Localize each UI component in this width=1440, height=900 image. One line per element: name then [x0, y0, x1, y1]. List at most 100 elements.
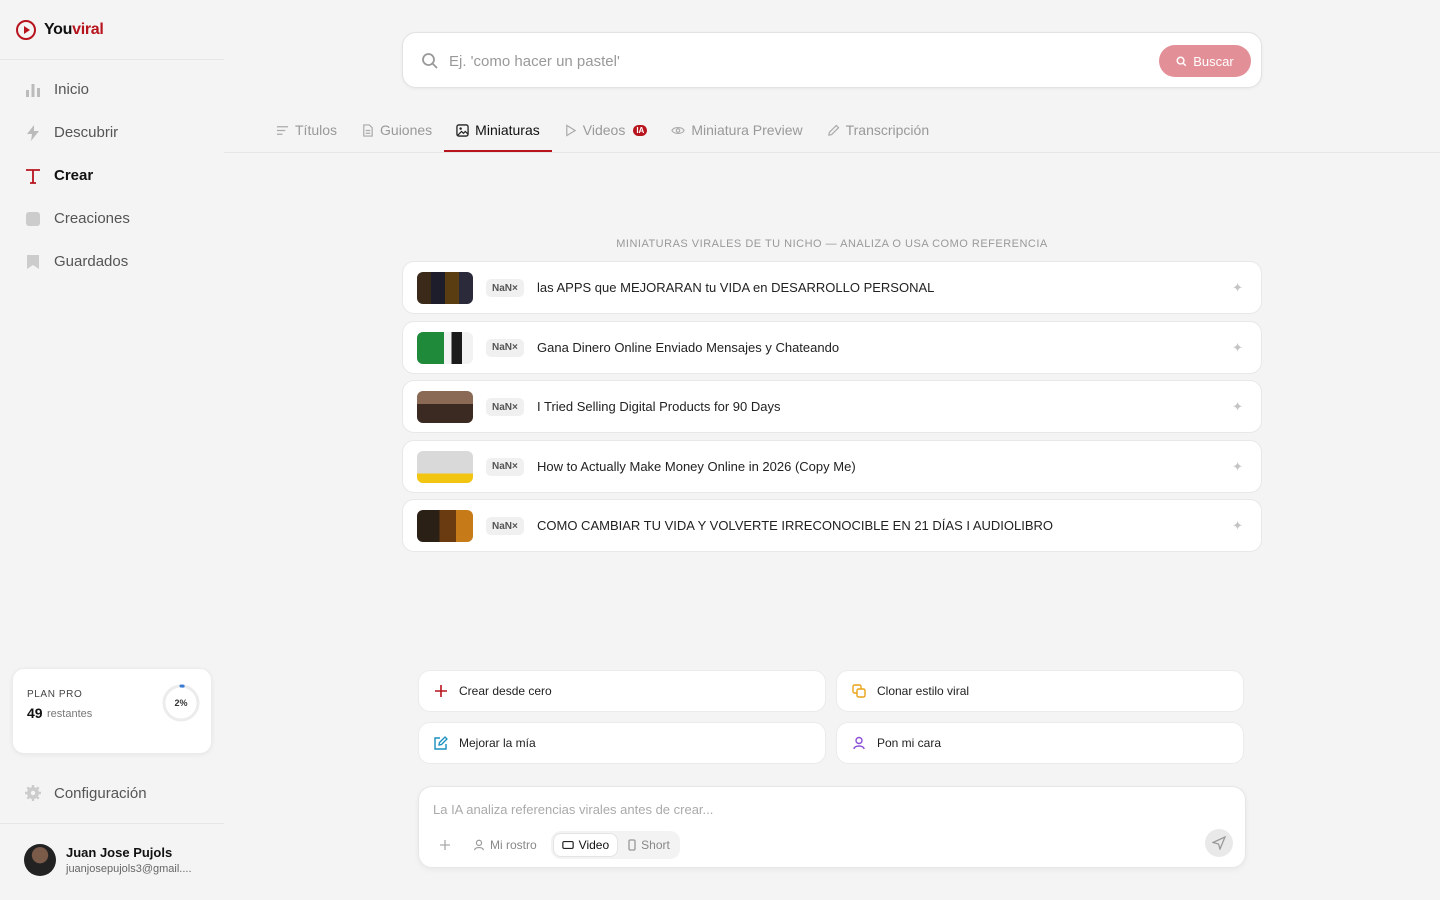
tab-label: Videos [582, 122, 626, 138]
config-button[interactable]: Configuración [24, 784, 147, 802]
play-icon [565, 123, 577, 137]
logo[interactable]: Youviral [16, 20, 104, 40]
search-bar: Buscar [402, 32, 1262, 88]
tab-label: Miniatura Preview [691, 122, 803, 138]
thumbnail-image [417, 391, 473, 423]
plus-icon [440, 840, 450, 850]
video-title: How to Actually Make Money Online in 202… [537, 458, 856, 474]
list-item[interactable]: NaN× COMO CAMBIAR TU VIDA Y VOLVERTE IRR… [402, 499, 1262, 552]
send-icon [1212, 836, 1226, 850]
landscape-icon [561, 840, 574, 850]
my-face-toggle[interactable]: Mi rostro [465, 833, 545, 857]
video-title: las APPS que MEJORARAN tu VIDA en DESARR… [537, 280, 935, 295]
video-title: COMO CAMBIAR TU VIDA Y VOLVERTE IRRECONO… [537, 518, 1054, 533]
sidebar-item-label: Descubrir [54, 124, 119, 141]
search-icon [421, 52, 439, 75]
sparkle-icon[interactable]: ✦ [1232, 280, 1243, 296]
sidebar-item-descubrir[interactable]: Descubrir [12, 111, 212, 154]
my-face-label: Mi rostro [490, 838, 537, 852]
avatar [24, 844, 56, 876]
plan-label: PLAN PRO [27, 689, 83, 700]
config-label: Configuración [54, 784, 147, 802]
text-cursor-icon [24, 167, 42, 185]
play-circle-icon [16, 20, 36, 40]
format-short-label: Short [641, 838, 670, 852]
send-button[interactable] [1205, 829, 1233, 857]
create-from-scratch-button[interactable]: Crear desde cero [418, 670, 826, 712]
lines-icon [276, 125, 289, 135]
tabs: Títulos Guiones Miniaturas Videos IA Min… [264, 110, 941, 152]
plan-remaining-label: restantes [47, 708, 93, 720]
tab-label: Transcripción [845, 122, 930, 138]
sidebar-divider [0, 823, 224, 824]
sparkle-icon[interactable]: ✦ [1232, 340, 1243, 356]
tab-miniaturas[interactable]: Miniaturas [444, 110, 552, 152]
tab-titulos[interactable]: Títulos [264, 110, 349, 150]
action-label: Crear desde cero [459, 684, 552, 698]
sparkle-icon[interactable]: ✦ [1232, 459, 1243, 475]
tabs-divider [224, 152, 1440, 153]
person-icon [474, 839, 484, 851]
user-email: juanjosepujols3@gmail.... [66, 863, 192, 875]
user-name: Juan Jose Pujols [66, 845, 173, 860]
video-title: I Tried Selling Digital Products for 90 … [537, 399, 781, 414]
tab-videos[interactable]: Videos IA [552, 110, 660, 150]
sidebar-item-label: Guardados [54, 253, 129, 270]
sidebar-item-label: Creaciones [54, 210, 130, 227]
plan-remaining-count: 49 [27, 705, 43, 721]
bookmark-icon [24, 253, 42, 271]
sidebar-divider [0, 59, 224, 60]
prompt-input[interactable] [433, 797, 1193, 821]
put-my-face-button[interactable]: Pon mi cara [836, 722, 1244, 764]
format-short-option[interactable]: Short [620, 833, 678, 857]
sidebar-item-creaciones[interactable]: Creaciones [12, 197, 212, 240]
multiplier-tag: NaN× [486, 457, 524, 476]
plus-icon [433, 683, 449, 699]
format-video-option[interactable]: Video [552, 833, 619, 857]
composer-toolbar: Mi rostro Video Short [431, 831, 680, 859]
list-item[interactable]: NaN× las APPS que MEJORARAN tu VIDA en D… [402, 261, 1262, 314]
add-attachment-button[interactable] [431, 833, 459, 857]
user-profile[interactable]: Juan Jose Pujols juanjosepujols3@gmail..… [24, 844, 192, 876]
tab-label: Títulos [295, 122, 338, 138]
thumbnail-image [417, 272, 473, 304]
image-icon [456, 123, 469, 137]
clone-viral-style-button[interactable]: Clonar estilo viral [836, 670, 1244, 712]
sidebar-item-label: Inicio [54, 81, 90, 98]
improve-mine-button[interactable]: Mejorar la mía [418, 722, 826, 764]
tab-transcripcion[interactable]: Transcripción [815, 110, 942, 150]
sidebar: Youviral Inicio Descubrir Crear Creacion… [0, 0, 224, 900]
sidebar-item-crear[interactable]: Crear [12, 154, 212, 197]
search-button[interactable]: Buscar [1159, 45, 1251, 77]
list-item[interactable]: NaN× How to Actually Make Money Online i… [402, 439, 1262, 493]
ai-badge: IA [633, 124, 648, 136]
app-name: Youviral [44, 21, 104, 38]
sparkle-icon[interactable]: ✦ [1232, 399, 1243, 415]
format-selector: Video Short [550, 831, 680, 859]
eye-icon [671, 126, 686, 134]
list-item[interactable]: NaN× Gana Dinero Online Enviado Mensajes… [402, 320, 1262, 374]
sidebar-item-guardados[interactable]: Guardados [12, 240, 212, 283]
list-item[interactable]: NaN× I Tried Selling Digital Products fo… [402, 380, 1262, 433]
tab-guiones[interactable]: Guiones [349, 110, 444, 150]
tab-label: Guiones [380, 122, 433, 138]
portrait-icon [628, 839, 636, 851]
tab-miniatura-preview[interactable]: Miniatura Preview [659, 110, 814, 150]
thumbnail-list: NaN× las APPS que MEJORARAN tu VIDA en D… [402, 261, 1262, 559]
search-button-label: Buscar [1193, 53, 1234, 69]
multiplier-tag: NaN× [486, 279, 524, 297]
thumbnail-image [417, 331, 473, 364]
sidebar-item-label: Crear [54, 167, 94, 184]
search-icon [1176, 55, 1187, 66]
action-label: Mejorar la mía [459, 736, 536, 750]
copy-icon [851, 683, 867, 699]
sparkle-icon[interactable]: ✦ [1232, 518, 1243, 534]
plan-card[interactable]: PLAN PRO 49 restantes 2% [12, 668, 212, 754]
search-input[interactable] [449, 43, 1129, 79]
document-icon [363, 123, 373, 137]
action-label: Clonar estilo viral [877, 684, 970, 698]
bar-chart-icon [24, 81, 42, 99]
tab-label: Miniaturas [475, 122, 540, 138]
sidebar-item-inicio[interactable]: Inicio [12, 68, 212, 111]
multiplier-tag: NaN× [486, 517, 524, 535]
